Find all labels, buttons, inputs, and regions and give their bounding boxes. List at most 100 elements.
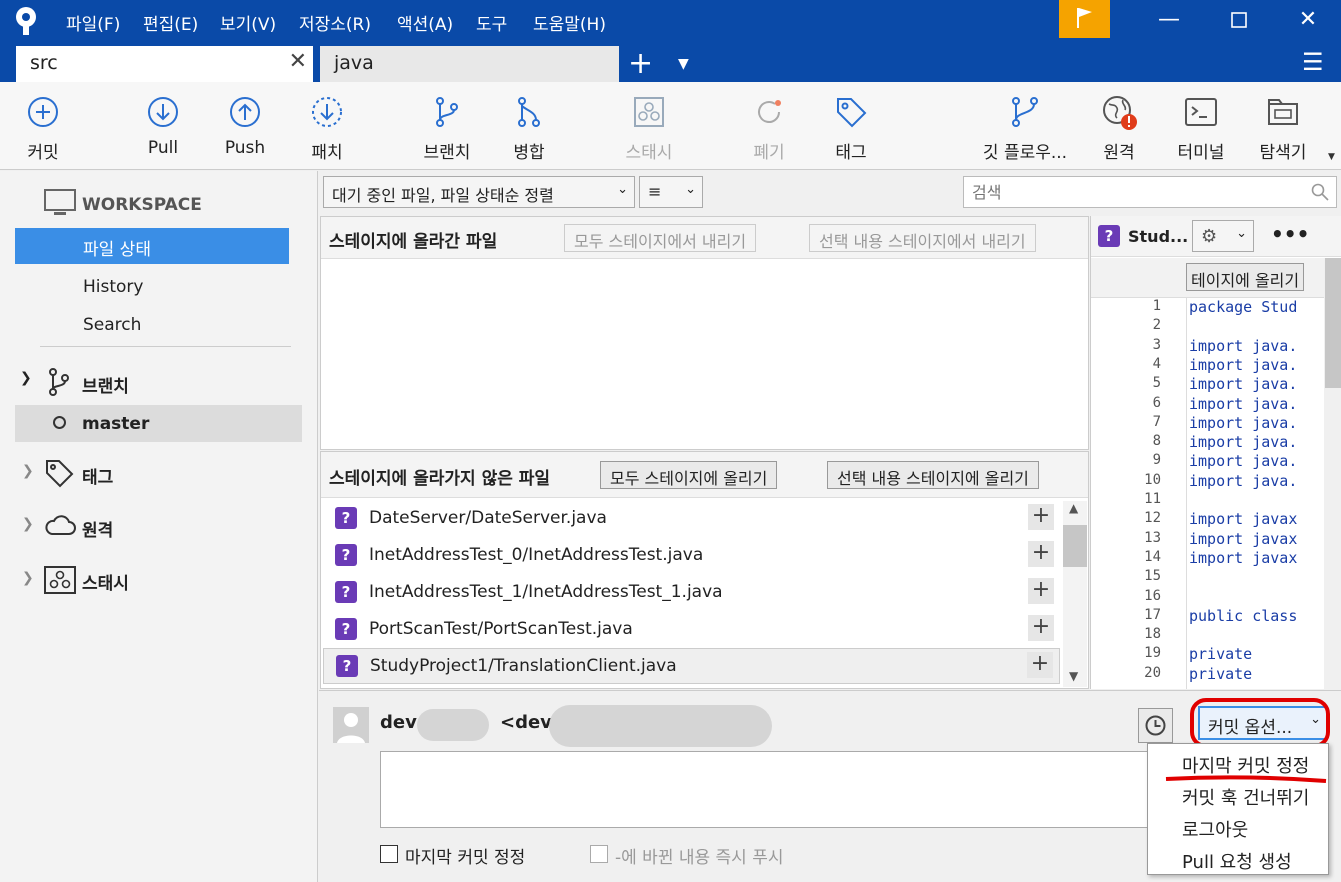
menu-item-signoff[interactable]: 로그아웃 xyxy=(1182,816,1248,842)
remotes-heading[interactable]: 원격 xyxy=(82,516,113,541)
minimize-button[interactable]: — xyxy=(1151,6,1187,34)
chevron-down-icon: ⌄ xyxy=(1236,226,1247,241)
view-mode-dropdown[interactable]: ≡ ⌄ xyxy=(639,176,703,208)
sort-dropdown[interactable]: 대기 중인 파일, 파일 상태순 정렬 ⌄ xyxy=(323,176,635,208)
stash-button[interactable]: 스태시 xyxy=(609,94,689,163)
branches-heading[interactable]: 브랜치 xyxy=(82,372,129,397)
menu-view[interactable]: 보기(V) xyxy=(220,10,276,35)
more-options-icon[interactable]: ••• xyxy=(1271,222,1309,246)
file-row[interactable]: ? DateServer/DateServer.java + xyxy=(323,501,1060,537)
author-name: dev xyxy=(380,712,417,733)
chevron-right-icon[interactable]: ❯ xyxy=(22,570,34,586)
discard-button[interactable]: 폐기 xyxy=(729,94,809,163)
history-button[interactable] xyxy=(1138,708,1173,743)
tab-dropdown-icon[interactable]: ▼ xyxy=(678,56,689,72)
file-list-scrollbar[interactable]: ▲ ▼ xyxy=(1063,501,1087,687)
branch-button[interactable]: 브랜치 xyxy=(407,94,487,163)
new-tab-icon[interactable]: + xyxy=(628,46,653,81)
tag-button[interactable]: 태그 xyxy=(811,94,891,163)
chevron-down-icon: ⌄ xyxy=(617,182,628,197)
hamburger-menu-icon[interactable]: ☰ xyxy=(1302,48,1324,76)
terminal-button[interactable]: 터미널 xyxy=(1161,94,1241,163)
scroll-thumb[interactable] xyxy=(1063,525,1087,567)
close-tab-icon[interactable]: ✕ xyxy=(289,49,307,74)
diff-scrollbar[interactable] xyxy=(1324,258,1341,689)
remote-button[interactable]: 원격 xyxy=(1079,94,1159,163)
scroll-down-icon[interactable]: ▼ xyxy=(1069,669,1078,683)
chevron-right-icon[interactable]: ❯ xyxy=(22,516,34,532)
file-row[interactable]: ? PortScanTest/PortScanTest.java + xyxy=(323,612,1060,648)
tags-heading[interactable]: 태그 xyxy=(82,463,113,488)
code-line: import java. xyxy=(1189,375,1298,394)
pull-button[interactable]: Pull xyxy=(123,94,203,158)
clock-icon xyxy=(1145,715,1166,736)
fetch-button[interactable]: 패치 xyxy=(287,94,367,163)
gitflow-button[interactable]: 깃 플로우... xyxy=(975,94,1075,163)
code-line: import java. xyxy=(1189,471,1298,490)
redaction xyxy=(549,705,772,747)
maximize-button[interactable] xyxy=(1221,6,1257,34)
menu-file[interactable]: 파일(F) xyxy=(66,10,120,35)
stage-selected-button[interactable]: 선택 내용 스테이지에 올리기 xyxy=(827,461,1039,489)
code-line: private xyxy=(1189,645,1253,664)
chevron-down-icon[interactable]: ❯ xyxy=(20,370,32,386)
sidebar-item-search[interactable]: Search xyxy=(83,315,141,335)
diff-settings-dropdown[interactable]: ⚙ ⌄ xyxy=(1192,220,1254,252)
line-number: 4 xyxy=(1152,355,1161,372)
line-number: 13 xyxy=(1144,529,1161,546)
stage-file-plus-icon[interactable]: + xyxy=(1027,652,1053,678)
scroll-up-icon[interactable]: ▲ xyxy=(1069,501,1078,515)
stage-all-button[interactable]: 모두 스테이지에 올리기 xyxy=(600,461,778,489)
push-immediately-checkbox[interactable]: -에 바뀐 내용 즉시 푸시 xyxy=(590,843,784,868)
push-button[interactable]: Push xyxy=(205,94,285,158)
stage-file-plus-icon[interactable]: + xyxy=(1028,615,1054,641)
stashes-heading[interactable]: 스태시 xyxy=(82,569,129,594)
file-name: InetAddressTest_0/InetAddressTest.java xyxy=(369,545,704,565)
menu-edit[interactable]: 편집(E) xyxy=(143,10,198,35)
amend-checkbox[interactable]: 마지막 커밋 정정 xyxy=(380,843,525,868)
sidebar-item-file-status[interactable]: 파일 상태 xyxy=(15,228,289,264)
stage-file-plus-icon[interactable]: + xyxy=(1028,504,1054,530)
file-name: DateServer/DateServer.java xyxy=(369,508,607,528)
search-input[interactable] xyxy=(963,176,1337,208)
chevron-right-icon[interactable]: ❯ xyxy=(22,463,34,479)
merge-button[interactable]: 병합 xyxy=(489,94,569,163)
tab-label: src xyxy=(30,52,58,74)
commit-button[interactable]: 커밋 xyxy=(3,94,83,163)
sidebar-item-history[interactable]: History xyxy=(83,277,143,297)
menu-help[interactable]: 도움말(H) xyxy=(533,10,606,35)
line-number: 19 xyxy=(1144,645,1161,662)
menu-repository[interactable]: 저장소(R) xyxy=(299,10,371,35)
menu-item-create-pr[interactable]: Pull 요청 생성 xyxy=(1182,848,1292,874)
file-row-selected[interactable]: ? StudyProject1/TranslationClient.java + xyxy=(323,648,1060,684)
menu-tools[interactable]: 도구 xyxy=(476,10,507,35)
file-row[interactable]: ? InetAddressTest_1/InetAddressTest_1.ja… xyxy=(323,575,1060,611)
unstage-selected-button[interactable]: 선택 내용 스테이지에서 내리기 xyxy=(809,224,1036,252)
stage-file-plus-icon[interactable]: + xyxy=(1028,578,1054,604)
flag-icon xyxy=(1077,8,1092,28)
line-number: 17 xyxy=(1144,606,1161,623)
stage-file-plus-icon[interactable]: + xyxy=(1028,541,1054,567)
menu-actions[interactable]: 액션(A) xyxy=(397,10,453,35)
toolbar-overflow-icon[interactable]: ▼ xyxy=(1328,152,1335,162)
checkbox-box xyxy=(590,845,608,863)
stash-icon xyxy=(44,566,76,594)
close-window-button[interactable]: ✕ xyxy=(1290,6,1326,34)
explorer-button[interactable]: 탐색기 xyxy=(1243,94,1323,163)
stage-hunk-button[interactable]: 테이지에 올리기 xyxy=(1186,263,1305,291)
code-line: import java. xyxy=(1189,433,1298,452)
code-line: import java. xyxy=(1189,413,1298,432)
sidebar-item-master[interactable]: master xyxy=(15,405,302,442)
scroll-thumb[interactable] xyxy=(1325,258,1341,388)
file-row[interactable]: ? InetAddressTest_0/InetAddressTest.java… xyxy=(323,538,1060,574)
untracked-icon: ? xyxy=(335,507,357,529)
tab-src[interactable]: src ✕ xyxy=(16,46,313,82)
diff-header: ? Stud... ⚙ ⌄ ••• xyxy=(1091,216,1341,257)
minimize-icon: — xyxy=(1158,7,1180,32)
flag-button[interactable] xyxy=(1059,0,1110,38)
unstage-all-button[interactable]: 모두 스테이지에서 내리기 xyxy=(564,224,757,252)
unstaged-title: 스테이지에 올라가지 않은 파일 xyxy=(329,469,551,489)
tab-java[interactable]: java xyxy=(320,46,619,82)
menu-item-skip-hooks[interactable]: 커밋 훅 건너뛰기 xyxy=(1182,784,1309,810)
commit-message-input[interactable] xyxy=(380,751,1150,828)
